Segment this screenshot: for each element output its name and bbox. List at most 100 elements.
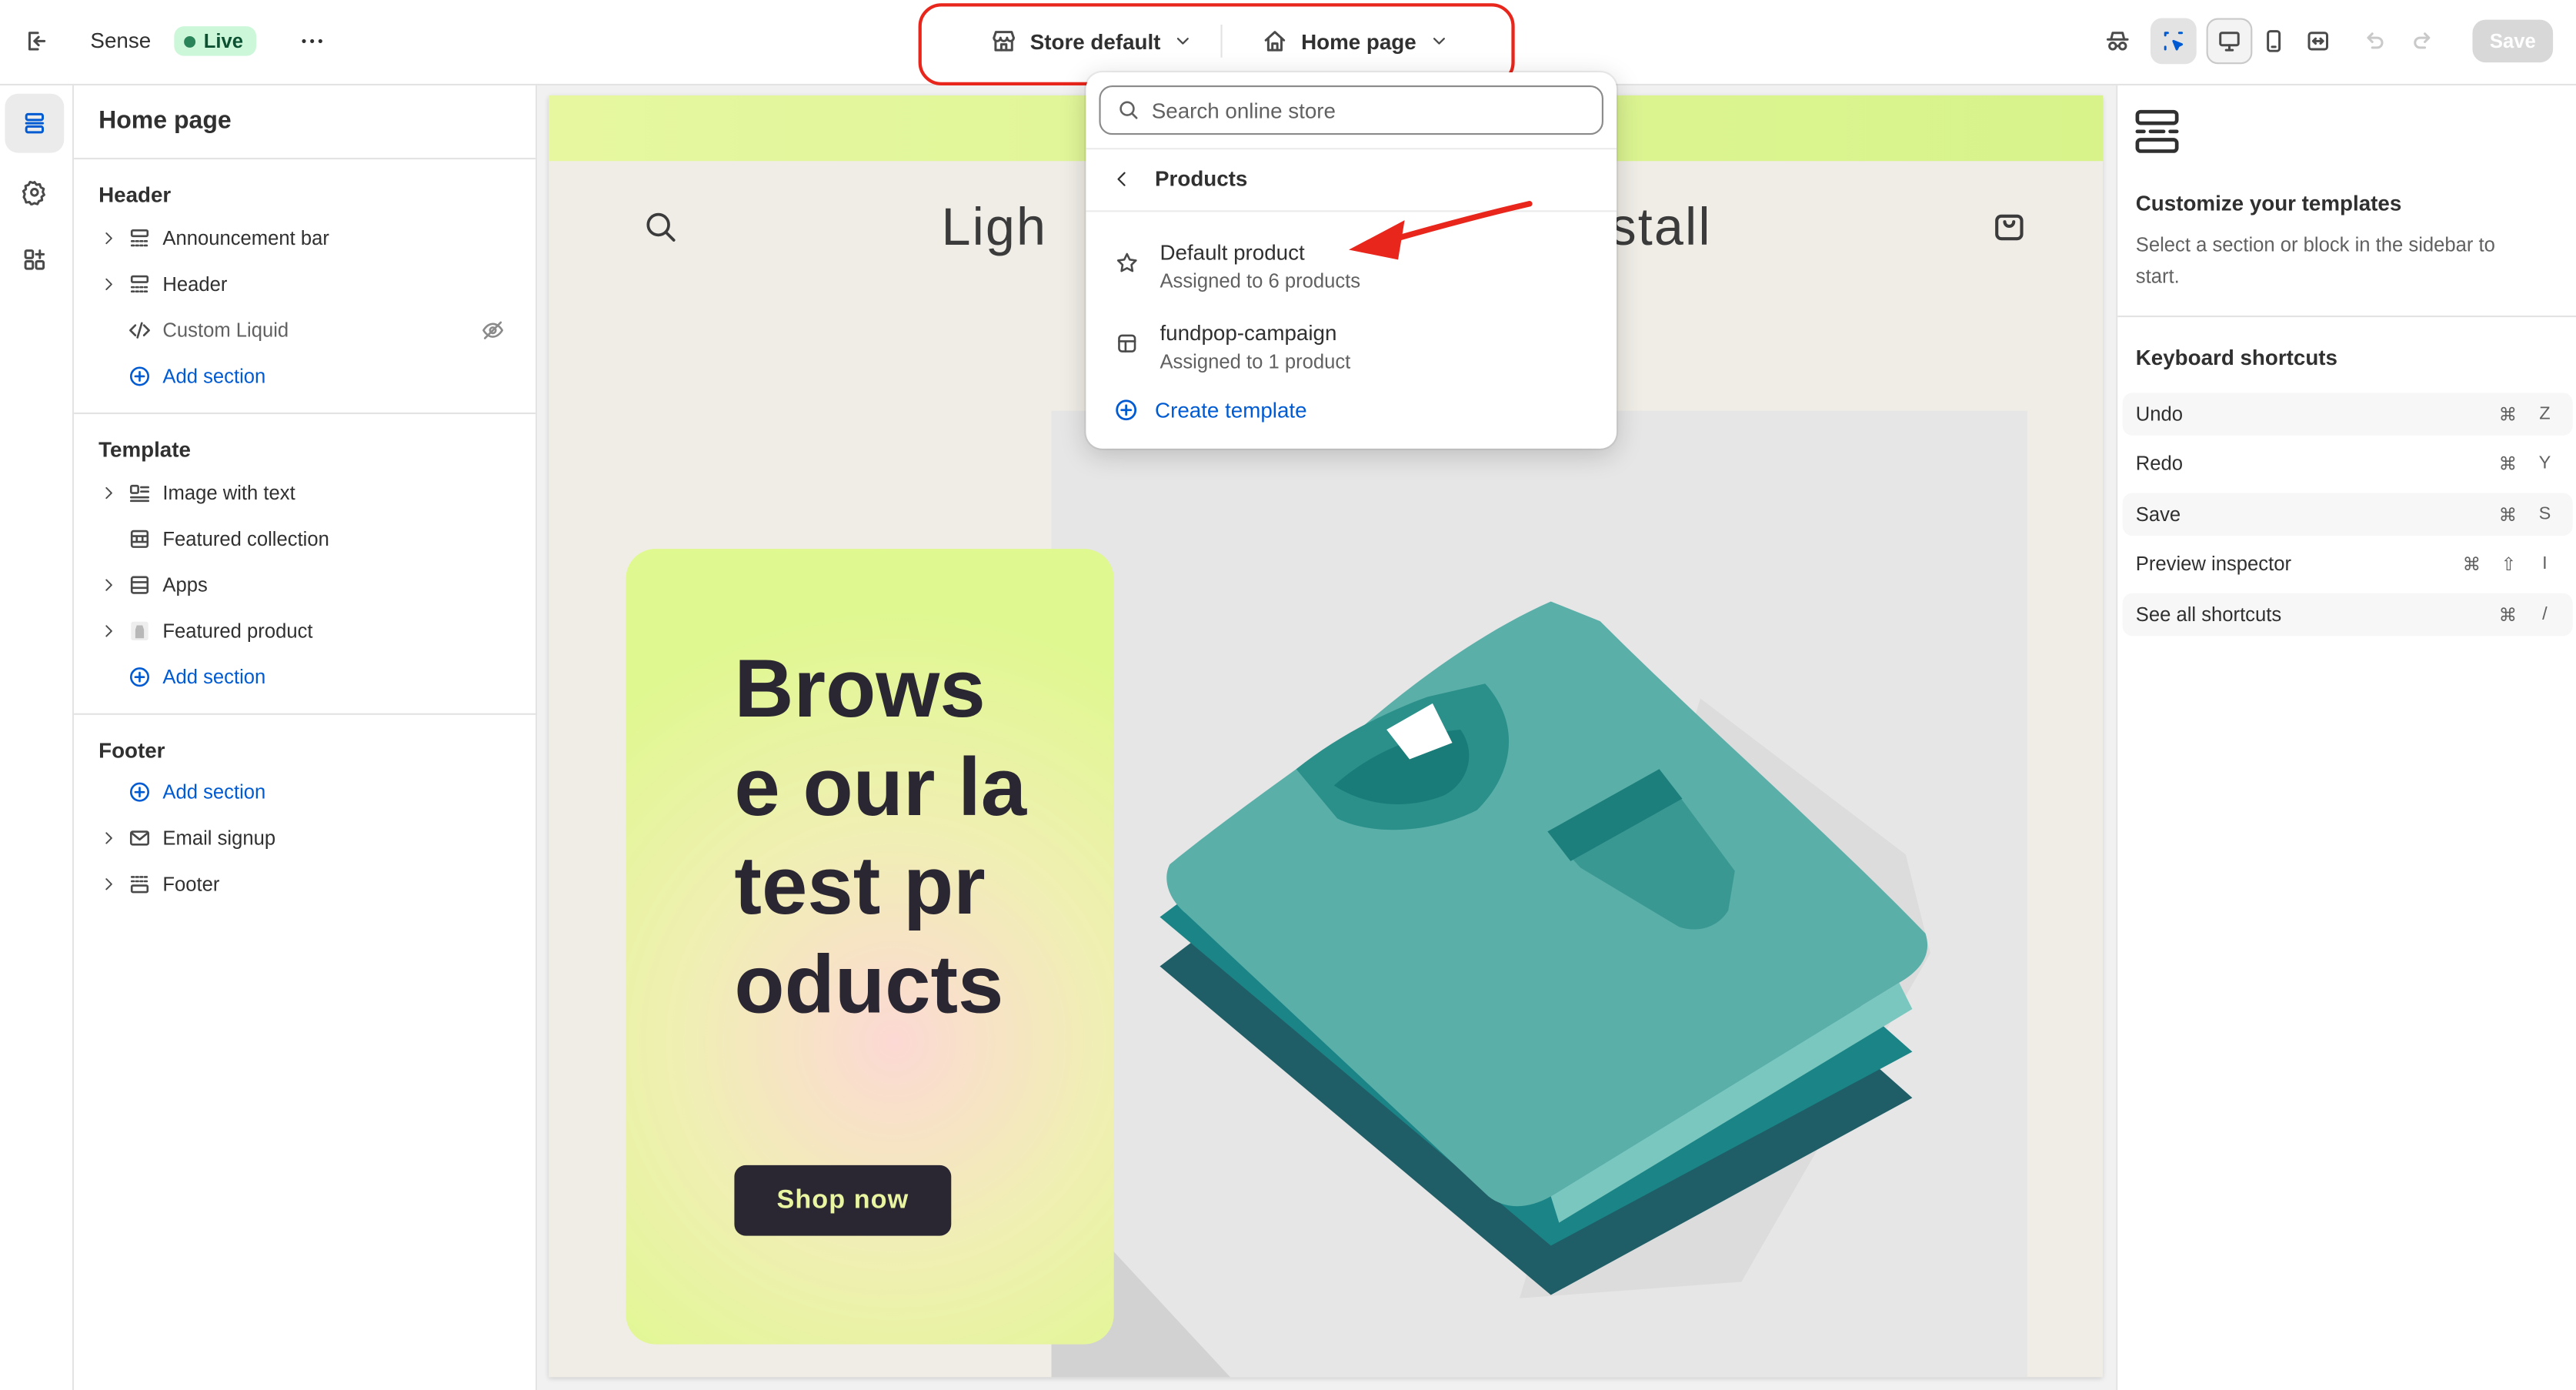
full-width-view-button[interactable] bbox=[2295, 18, 2341, 64]
apps-section-icon bbox=[126, 573, 152, 596]
annotation-arrow-icon bbox=[1348, 201, 1533, 260]
create-template-button[interactable]: Create template bbox=[1114, 398, 1307, 423]
template-item-default-product[interactable]: Default product Assigned to 6 products bbox=[1116, 240, 1360, 292]
shop-now-button[interactable]: Shop now bbox=[734, 1164, 952, 1236]
shortcut-key: ⌘ bbox=[2498, 605, 2518, 626]
exit-icon bbox=[28, 32, 46, 51]
undo-button[interactable] bbox=[2351, 18, 2397, 64]
chevron-right-icon[interactable] bbox=[95, 623, 122, 639]
chevron-left-icon bbox=[1117, 171, 1126, 185]
cart-icon[interactable] bbox=[1991, 207, 2027, 243]
plus-circle-icon bbox=[126, 365, 152, 388]
more-actions-button[interactable] bbox=[289, 18, 335, 64]
apps-icon bbox=[24, 249, 45, 270]
divider bbox=[74, 412, 538, 415]
search-input[interactable]: Search online store bbox=[1099, 85, 1603, 135]
section-label: Featured collection bbox=[162, 527, 329, 551]
select-element-button[interactable] bbox=[2150, 18, 2197, 65]
shortcut-key: ⌘ bbox=[2498, 454, 2518, 475]
fullscreen-icon bbox=[2307, 32, 2329, 51]
divider bbox=[2117, 315, 2576, 318]
section-label: Email signup bbox=[162, 827, 276, 850]
panel-description: Select a section or block in the sidebar… bbox=[2135, 233, 2495, 288]
section-row-custom-liquid[interactable]: Custom Liquid bbox=[74, 309, 537, 352]
inspector-toggle-button[interactable] bbox=[2094, 18, 2141, 64]
shortcut-key: I bbox=[2542, 553, 2548, 574]
panel-title: Customize your templates bbox=[2135, 190, 2402, 216]
chevron-right-icon[interactable] bbox=[95, 876, 122, 892]
live-dot-icon bbox=[184, 35, 196, 47]
chevron-right-icon[interactable] bbox=[95, 485, 122, 501]
right-panel: Customize your templates Select a sectio… bbox=[2116, 85, 2576, 1390]
eye-hidden-icon[interactable] bbox=[482, 319, 505, 342]
shortcut-row-save: Save ⌘ S bbox=[2122, 493, 2573, 536]
shortcut-label: See all shortcuts bbox=[2135, 603, 2282, 627]
cursor-select-icon bbox=[2164, 32, 2184, 51]
section-row-footer[interactable]: Footer bbox=[74, 863, 537, 906]
chevron-right-icon[interactable] bbox=[95, 230, 122, 246]
template-title: Default product bbox=[1160, 239, 1305, 265]
add-section-header-button[interactable]: Add section bbox=[74, 355, 537, 398]
email-icon bbox=[126, 827, 152, 850]
section-label: Custom Liquid bbox=[162, 319, 289, 342]
rail-sections-button[interactable] bbox=[5, 93, 65, 153]
undo-icon bbox=[2367, 32, 2384, 49]
shortcut-key: ⌘ bbox=[2462, 554, 2481, 575]
section-label: Footer bbox=[162, 872, 220, 896]
ellipsis-icon bbox=[302, 38, 322, 43]
plus-circle-icon bbox=[126, 780, 152, 804]
shortcut-key: Y bbox=[2538, 453, 2551, 473]
section-row-announcement-bar[interactable]: Announcement bar bbox=[74, 217, 537, 260]
sections-sidebar: Home page Header Announcement bar Header… bbox=[74, 85, 538, 1390]
shortcut-label: Save bbox=[2135, 503, 2181, 526]
exit-button[interactable] bbox=[13, 18, 59, 64]
section-label: Announcement bar bbox=[162, 226, 329, 250]
section-row-image-with-text[interactable]: Image with text bbox=[74, 472, 537, 515]
add-section-label: Add section bbox=[162, 665, 266, 689]
redo-icon bbox=[2414, 32, 2431, 49]
mobile-view-button[interactable] bbox=[2251, 18, 2297, 64]
group-label-footer: Footer bbox=[98, 737, 165, 763]
redo-button[interactable] bbox=[2401, 18, 2447, 64]
divider bbox=[74, 713, 538, 715]
shortcut-row-undo: Undo ⌘ Z bbox=[2122, 393, 2573, 436]
section-icon bbox=[126, 272, 152, 296]
chevron-right-icon[interactable] bbox=[95, 576, 122, 593]
sections-icon bbox=[25, 112, 45, 134]
add-section-template-button[interactable]: Add section bbox=[74, 656, 537, 699]
shortcut-label: Undo bbox=[2135, 403, 2184, 426]
divider bbox=[1086, 148, 1617, 150]
mobile-icon bbox=[2267, 30, 2281, 52]
section-row-email-signup[interactable]: Email signup bbox=[74, 817, 537, 860]
live-badge-label: Live bbox=[203, 29, 244, 53]
section-row-header[interactable]: Header bbox=[74, 263, 537, 306]
add-section-footer-button[interactable]: Add section bbox=[74, 770, 537, 814]
section-row-featured-product[interactable]: Featured product bbox=[74, 610, 537, 653]
shortcut-row-preview-inspector: Preview inspector ⌘ ⇧ I bbox=[2123, 543, 2573, 586]
tshirt-illustration-icon bbox=[1160, 601, 1928, 1295]
rail-settings-button[interactable] bbox=[5, 162, 64, 222]
add-section-label: Add section bbox=[162, 365, 266, 388]
shortcuts-title: Keyboard shortcuts bbox=[2135, 345, 2337, 370]
rail-apps-button[interactable] bbox=[5, 230, 64, 289]
shortcut-label: Redo bbox=[2135, 452, 2184, 476]
search-icon[interactable] bbox=[644, 210, 677, 243]
page-title: Home page bbox=[98, 106, 232, 135]
chevron-right-icon[interactable] bbox=[95, 276, 122, 292]
shortcut-key: ⌘ bbox=[2498, 405, 2518, 425]
search-placeholder: Search online store bbox=[1151, 98, 1336, 123]
back-label: Products bbox=[1155, 165, 1248, 191]
template-item-fundpop-campaign[interactable]: fundpop-campaign Assigned to 1 product bbox=[1116, 320, 1350, 373]
chevron-right-icon[interactable] bbox=[95, 830, 122, 846]
desktop-view-button[interactable] bbox=[2206, 18, 2253, 65]
shortcut-row-see-all[interactable]: See all shortcuts ⌘ / bbox=[2122, 593, 2573, 637]
template-title: fundpop-campaign bbox=[1160, 320, 1337, 346]
shortcut-key: / bbox=[2542, 604, 2548, 625]
back-to-products-button[interactable]: Products bbox=[1113, 165, 1248, 191]
section-row-apps[interactable]: Apps bbox=[74, 563, 537, 606]
store-name-right: stall bbox=[1610, 197, 1712, 257]
image-text-icon bbox=[126, 482, 152, 505]
save-button[interactable]: Save bbox=[2472, 19, 2554, 63]
section-row-featured-collection[interactable]: Featured collection bbox=[74, 518, 537, 561]
hero-text-card: Browse our latest products Shop now bbox=[626, 549, 1114, 1345]
